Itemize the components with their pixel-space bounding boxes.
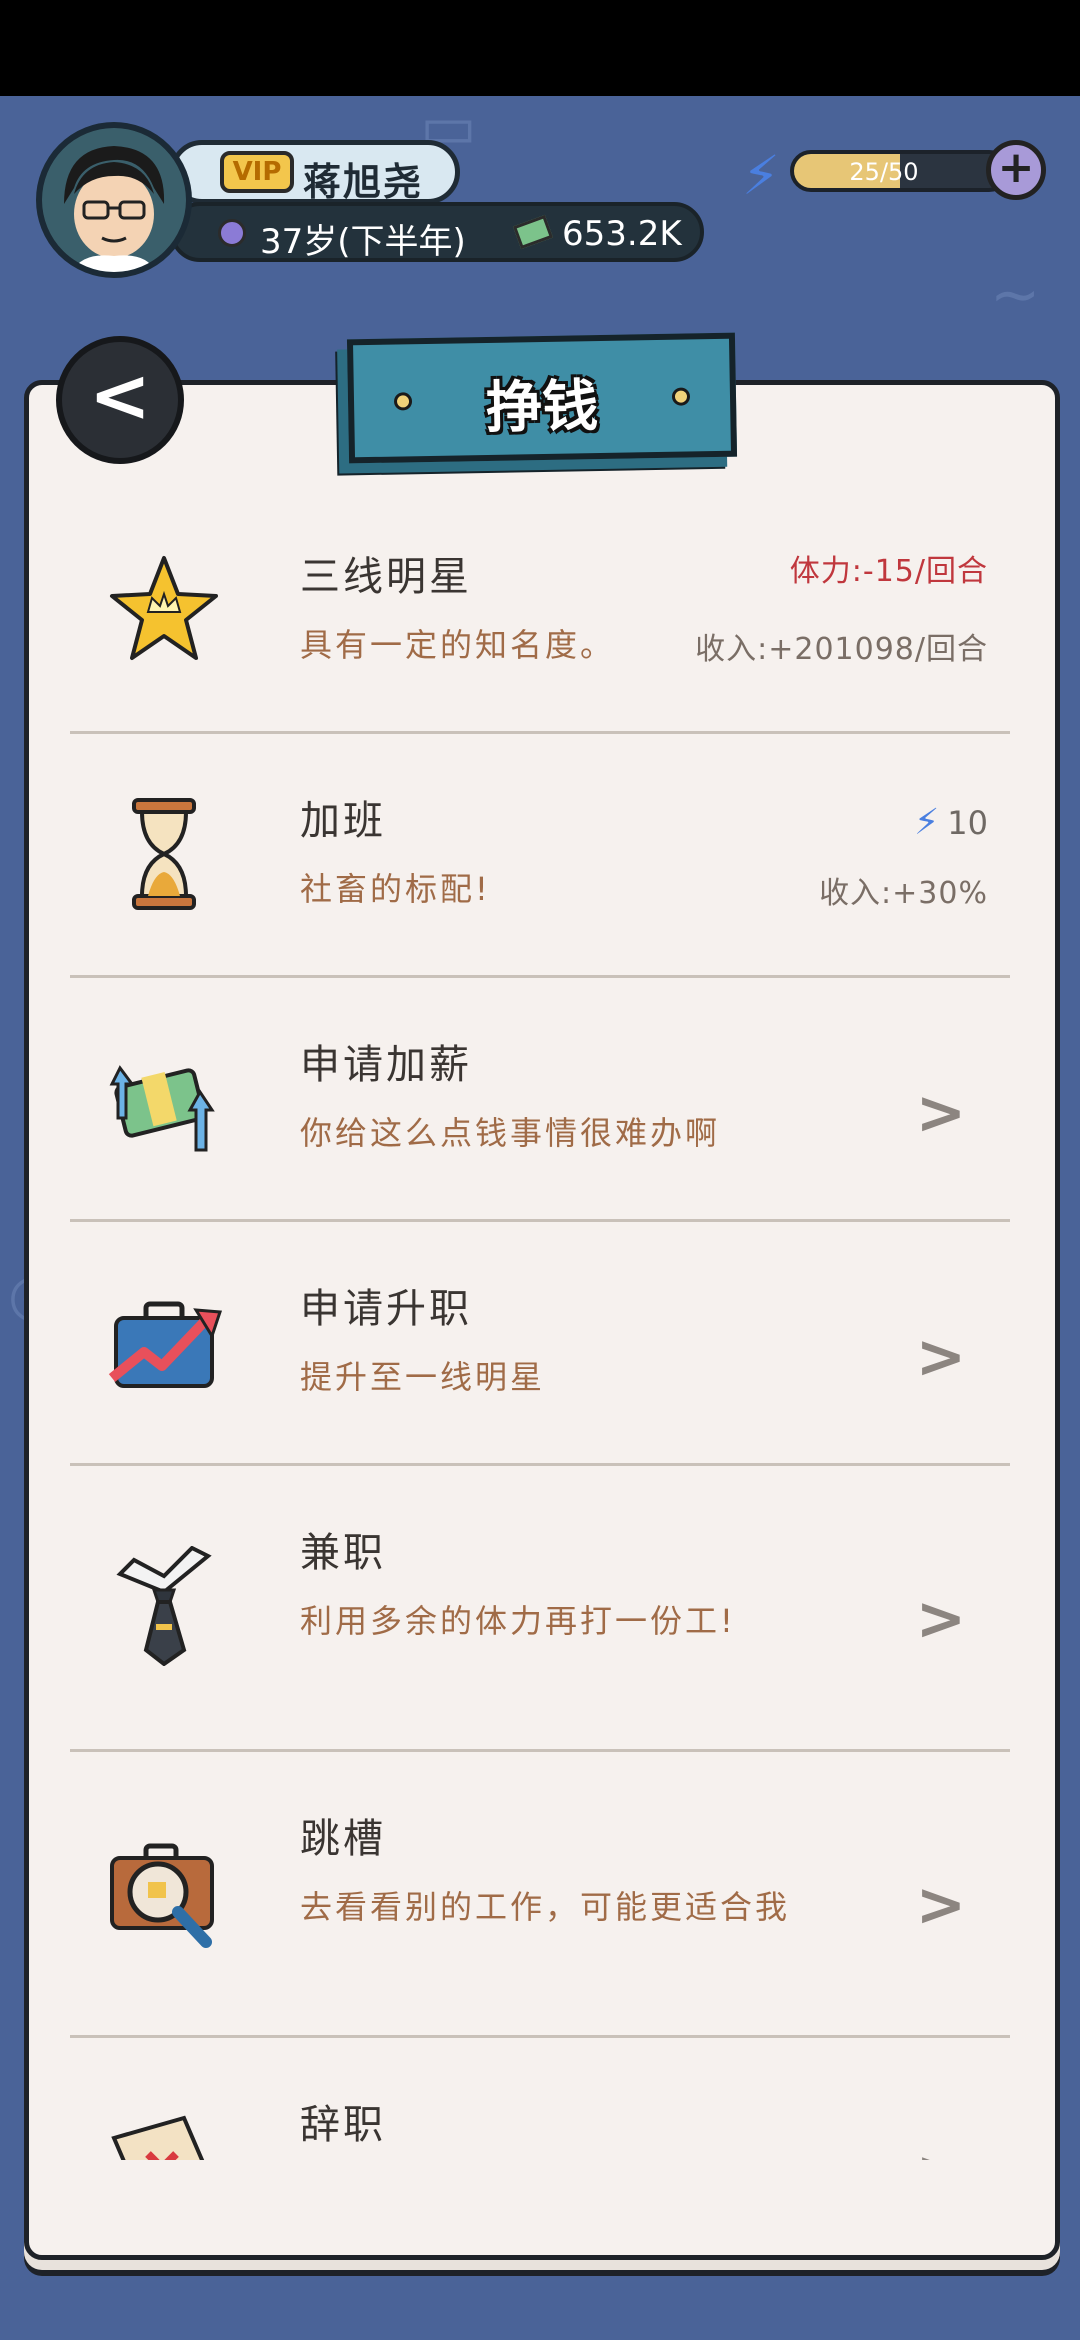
chevron-right-icon[interactable]: > (916, 1584, 966, 1654)
money-raise-icon (104, 1038, 224, 1158)
job-row-jobhop[interactable]: 跳槽 去看看别的工作，可能更适合我 > (70, 1752, 1010, 2038)
avatar[interactable] (36, 122, 192, 278)
job-title: 三线明星 (300, 554, 472, 600)
player-name-pill: VIP 蒋旭尧 (170, 140, 460, 204)
crown-star-icon (104, 550, 224, 670)
job-row-parttime[interactable]: 兼职 利用多余的体力再打一份工! > (70, 1466, 1010, 1752)
lightning-icon: ⚡ (742, 144, 780, 207)
energy-cost: ⚡ 10 (914, 802, 988, 843)
chevron-right-icon[interactable]: > (916, 1078, 966, 1148)
player-name: 蒋旭尧 (303, 160, 424, 204)
status-bar (0, 0, 1080, 96)
job-row-promotion[interactable]: 申请升职 提升至一线明星 > (70, 1222, 1010, 1466)
cash-icon (512, 214, 554, 250)
chevron-right-icon[interactable]: > (916, 2138, 966, 2160)
energy-cost-value: 10 (947, 804, 988, 842)
chevron-right-icon[interactable]: > (916, 1322, 966, 1392)
tie-icon (104, 1545, 224, 1667)
job-row-resign[interactable]: 辞职 > (70, 2038, 1010, 2160)
lightning-icon: ⚡ (914, 802, 940, 843)
job-title: 申请升职 (300, 1286, 472, 1332)
job-row-overtime[interactable]: 加班 社畜的标配! ⚡ 10 收入:+30% (70, 734, 1010, 978)
energy-text: 25/50 (849, 158, 919, 186)
job-desc: 社畜的标配! (300, 870, 491, 908)
job-desc: 利用多余的体力再打一份工! (300, 1602, 736, 1640)
job-title: 跳槽 (300, 1816, 386, 1862)
hourglass-icon (104, 794, 224, 914)
stamina-cost: 体力:-15/回合 (789, 554, 988, 589)
job-desc: 你给这么点钱事情很难办啊 (300, 1114, 721, 1152)
job-title: 兼职 (300, 1530, 386, 1576)
income-value: 收入:+30% (819, 876, 988, 911)
job-desc: 去看看别的工作，可能更适合我 (300, 1888, 791, 1926)
resign-letter-icon (104, 2098, 224, 2160)
job-row-raise[interactable]: 申请加薪 你给这么点钱事情很难办啊 > (70, 978, 1010, 1222)
search-briefcase-icon (104, 1832, 224, 1952)
briefcase-growth-icon (104, 1282, 224, 1402)
clock-icon (218, 219, 246, 247)
job-list[interactable]: 三线明星 具有一定的知名度。 体力:-15/回合 收入:+201098/回合 加… (70, 490, 1010, 2160)
job-title: 申请加薪 (300, 1042, 472, 1088)
player-cash: 653.2K (562, 214, 682, 254)
player-stats: 37岁(下半年) 653.2K (170, 202, 704, 262)
income-value: 收入:+201098/回合 (695, 632, 988, 667)
page-title-banner: 挣钱 (346, 332, 738, 464)
job-row-star[interactable]: 三线明星 具有一定的知名度。 体力:-15/回合 收入:+201098/回合 (70, 490, 1010, 734)
player-age: 37岁(下半年) (260, 222, 466, 262)
background-doodle: ∼ (990, 260, 1041, 330)
add-energy-button[interactable]: + (986, 140, 1046, 200)
job-desc: 提升至一线明星 (300, 1358, 546, 1396)
vip-badge: VIP (220, 151, 294, 193)
energy-bar: 25/50 (790, 150, 1010, 192)
job-title: 辞职 (300, 2102, 386, 2148)
chevron-right-icon[interactable]: > (916, 1870, 966, 1940)
back-button[interactable]: < (56, 336, 184, 464)
job-title: 加班 (300, 798, 386, 844)
